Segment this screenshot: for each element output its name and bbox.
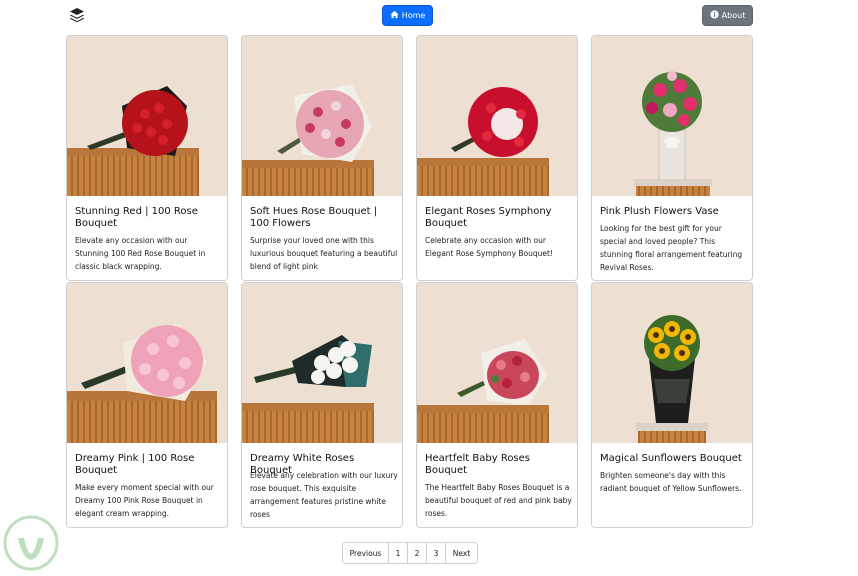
product-title: Heartfelt Baby Roses Bouquet xyxy=(425,453,531,476)
product-title: Soft Hues Rose Bouquet | 100 Flowers xyxy=(250,206,378,229)
product-image xyxy=(67,283,227,443)
home-button[interactable]: Home xyxy=(382,5,433,26)
product-card[interactable]: Dreamy White Roses Bouquet Elevate any c… xyxy=(241,282,403,528)
page-2-button[interactable]: 2 xyxy=(408,543,427,563)
product-title: Dreamy Pink | 100 Rose Bouquet xyxy=(75,453,195,476)
product-description: The Heartfelt Baby Roses Bouquet is a be… xyxy=(425,483,572,518)
product-description: Elevate any occasion with our Stunning 1… xyxy=(75,236,206,271)
product-card[interactable]: Soft Hues Rose Bouquet | 100 Flowers Sur… xyxy=(241,35,403,281)
product-description: Looking for the best gift for your speci… xyxy=(600,224,743,272)
navbar: Home About xyxy=(0,0,858,32)
about-label: About xyxy=(721,11,746,20)
product-image xyxy=(242,283,402,443)
product-description: Make every moment special with our Dream… xyxy=(75,483,214,518)
next-page-button[interactable]: Next xyxy=(446,543,477,563)
product-card[interactable]: Elegant Roses Symphony Bouquet Celebrate… xyxy=(416,35,578,281)
layers-icon[interactable] xyxy=(68,6,86,24)
product-image xyxy=(67,36,227,196)
product-card[interactable]: Pink Plush Flowers Vase Looking for the … xyxy=(591,35,753,281)
info-circle-icon xyxy=(710,10,719,21)
product-card[interactable]: Dreamy Pink | 100 Rose Bouquet Make ever… xyxy=(66,282,228,528)
product-image xyxy=(417,283,577,443)
product-title: Pink Plush Flowers Vase xyxy=(600,206,719,217)
product-image xyxy=(592,283,752,443)
previous-page-button[interactable]: Previous xyxy=(343,543,389,563)
product-title: Stunning Red | 100 Rose Bouquet xyxy=(75,206,198,229)
product-image xyxy=(417,36,577,196)
about-button[interactable]: About xyxy=(702,5,753,26)
product-title: Elegant Roses Symphony Bouquet xyxy=(425,206,552,229)
home-label: Home xyxy=(401,11,426,20)
product-title: Magical Sunflowers Bouquet xyxy=(600,453,742,464)
watermark-logo xyxy=(2,514,60,572)
product-image xyxy=(592,36,752,196)
product-image xyxy=(242,36,402,196)
product-card[interactable]: Heartfelt Baby Roses Bouquet The Heartfe… xyxy=(416,282,578,528)
product-description: Brighten someone's day with this radiant… xyxy=(600,471,742,493)
product-description: Celebrate any occasion with our Elegant … xyxy=(425,236,553,258)
page-1-button[interactable]: 1 xyxy=(389,543,408,563)
product-card[interactable]: Magical Sunflowers Bouquet Brighten some… xyxy=(591,282,753,528)
house-icon xyxy=(390,10,399,21)
pagination: Previous 1 2 3 Next xyxy=(342,542,478,564)
product-card[interactable]: Stunning Red | 100 Rose Bouquet Elevate … xyxy=(66,35,228,281)
page-3-button[interactable]: 3 xyxy=(427,543,446,563)
product-description: Elevate any celebration with our luxury … xyxy=(250,471,398,519)
product-description: Surprise your loved one with this luxuri… xyxy=(250,236,398,271)
